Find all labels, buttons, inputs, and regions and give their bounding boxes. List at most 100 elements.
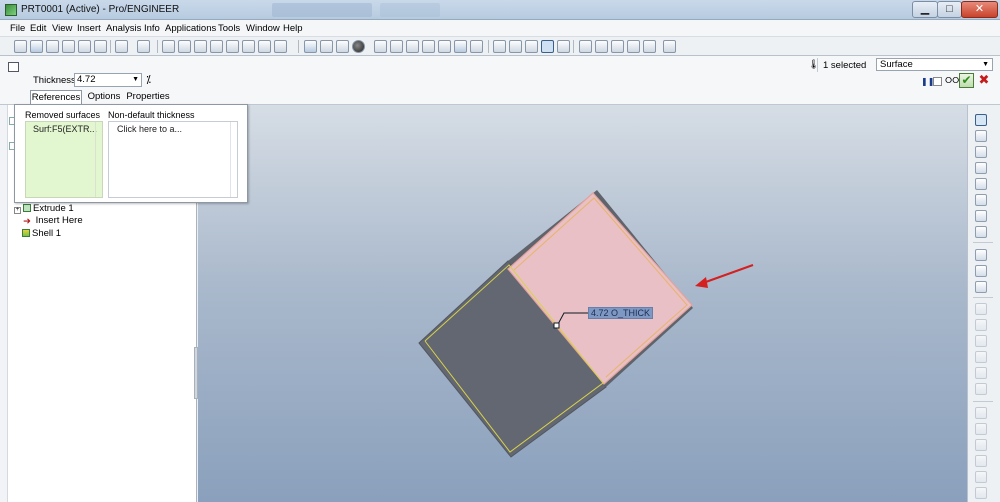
scrollbar[interactable] (95, 122, 102, 197)
email-icon[interactable] (78, 40, 91, 53)
datum-points-icon[interactable] (611, 40, 624, 53)
tab-references[interactable]: References (30, 90, 82, 104)
orient-mode-icon[interactable] (336, 40, 349, 53)
menu-window[interactable]: Window (246, 23, 280, 34)
mail-attach-icon[interactable] (94, 40, 107, 53)
hidden-line-icon[interactable] (509, 40, 522, 53)
copy-icon[interactable] (178, 40, 191, 53)
copy-feature-icon[interactable] (975, 407, 987, 419)
axis-icon[interactable] (975, 146, 987, 158)
undo-icon[interactable] (115, 40, 128, 53)
menu-help[interactable]: Help (283, 23, 303, 34)
plane-icon[interactable] (975, 130, 987, 142)
removed-surfaces-collector[interactable]: Surf:F5(EXTR... (25, 121, 103, 198)
cancel-button[interactable]: ✖ (977, 73, 991, 88)
spin-center-icon[interactable] (320, 40, 333, 53)
draft-tool-icon[interactable] (975, 351, 987, 363)
paste-icon[interactable] (194, 40, 207, 53)
datum-point-icon[interactable] (975, 178, 987, 190)
open-file-icon[interactable] (30, 40, 43, 53)
cut-icon[interactable] (162, 40, 175, 53)
save-icon[interactable] (46, 40, 59, 53)
paste-special-icon[interactable] (210, 40, 223, 53)
tree-item-insert-here[interactable]: ➜ Insert Here (23, 215, 83, 227)
curve-icon[interactable] (975, 162, 987, 174)
menu-edit[interactable]: Edit (30, 23, 46, 34)
scrollbar[interactable] (230, 122, 237, 197)
menu-view[interactable]: View (52, 23, 72, 34)
enhanced-realism-icon[interactable] (557, 40, 570, 53)
maximize-button[interactable]: □ (937, 1, 962, 18)
rib-tool-icon[interactable] (975, 335, 987, 347)
dashboard-menu-icon[interactable] (8, 62, 19, 72)
coordinate-system-icon[interactable] (975, 194, 987, 206)
menu-info[interactable]: Info (144, 23, 160, 34)
drag-handle[interactable] (553, 322, 560, 329)
mirror-tool-icon[interactable] (975, 423, 987, 435)
view-manager-icon[interactable] (470, 40, 483, 53)
menu-insert[interactable]: Insert (77, 23, 101, 34)
collector-placeholder[interactable]: Click here to a... (117, 124, 182, 134)
redo-icon[interactable] (137, 40, 150, 53)
tree-item-extrude[interactable]: + Extrude 1 (14, 203, 74, 214)
merge-tool-icon[interactable] (975, 439, 987, 451)
shading-icon[interactable] (541, 40, 554, 53)
thickness-input[interactable]: 4.72 ▼ (74, 73, 142, 87)
coordinate-systems-icon[interactable] (627, 40, 640, 53)
menu-file[interactable]: File (10, 23, 25, 34)
find-icon[interactable] (242, 40, 255, 53)
annotations-icon[interactable] (643, 40, 656, 53)
menu-applications[interactable]: Applications (165, 23, 216, 34)
zoom-in-icon[interactable] (374, 40, 387, 53)
search-tool-icon[interactable] (258, 40, 271, 53)
trim-tool-icon[interactable] (975, 455, 987, 467)
wireframe-icon[interactable] (493, 40, 506, 53)
repaint-icon[interactable] (304, 40, 317, 53)
chevron-down-icon[interactable]: ▼ (132, 74, 139, 86)
pattern-tool-icon[interactable] (975, 471, 987, 483)
offset-tool-icon[interactable] (975, 487, 987, 499)
refit-icon[interactable] (406, 40, 419, 53)
selection-filter-select[interactable]: Surface ▼ (876, 58, 993, 71)
close-window-button[interactable]: ✕ (961, 1, 998, 18)
shading-sphere-icon[interactable] (352, 40, 365, 53)
extrude-tool-icon[interactable] (975, 249, 987, 261)
chamfer-tool-icon[interactable] (975, 383, 987, 395)
menu-analysis[interactable]: Analysis (106, 23, 141, 34)
menu-tools[interactable]: Tools (218, 23, 240, 34)
chevron-down-icon[interactable]: ▼ (982, 59, 989, 70)
sketch-icon[interactable] (975, 226, 987, 238)
ok-button[interactable]: ✔ (959, 73, 974, 88)
layers-icon[interactable] (454, 40, 467, 53)
tab-properties[interactable]: Properties (126, 90, 170, 104)
hole-tool-icon[interactable] (975, 303, 987, 315)
saved-views-icon[interactable] (438, 40, 451, 53)
new-file-icon[interactable] (14, 40, 27, 53)
tree-item-shell[interactable]: Shell 1 (22, 228, 61, 239)
shell-tool-icon[interactable] (975, 319, 987, 331)
minimize-button[interactable]: ▁ (912, 1, 938, 18)
reorient-icon[interactable] (422, 40, 435, 53)
round-tool-icon[interactable] (975, 367, 987, 379)
list-item[interactable]: Surf:F5(EXTR... (33, 124, 97, 134)
print-icon[interactable] (62, 40, 75, 53)
sweep-tool-icon[interactable] (975, 281, 987, 293)
context-help-icon[interactable] (663, 40, 676, 53)
zoom-out-icon[interactable] (390, 40, 403, 53)
datum-plane-tool-icon[interactable] (975, 114, 987, 126)
tab-options[interactable]: Options (86, 90, 122, 104)
thickness-dimension-label[interactable]: 4.72 O_THICK (588, 307, 654, 319)
graphics-viewport[interactable]: 4.72 O_THICK (198, 105, 967, 502)
selection-box-icon[interactable] (274, 40, 287, 53)
flip-direction-icon[interactable]: ⁒ (146, 73, 151, 86)
preview-checkbox[interactable] (933, 77, 942, 86)
datum-axes-icon[interactable] (595, 40, 608, 53)
analysis-feature-icon[interactable] (975, 210, 987, 222)
regenerate-icon[interactable] (226, 40, 239, 53)
no-hidden-icon[interactable] (525, 40, 538, 53)
expand-icon[interactable]: + (14, 207, 21, 214)
verify-glasses-icon[interactable]: ⵔⵔ (945, 76, 959, 85)
revolve-tool-icon[interactable] (975, 265, 987, 277)
datum-planes-icon[interactable] (579, 40, 592, 53)
non-default-thickness-collector[interactable]: Click here to a... (108, 121, 238, 198)
